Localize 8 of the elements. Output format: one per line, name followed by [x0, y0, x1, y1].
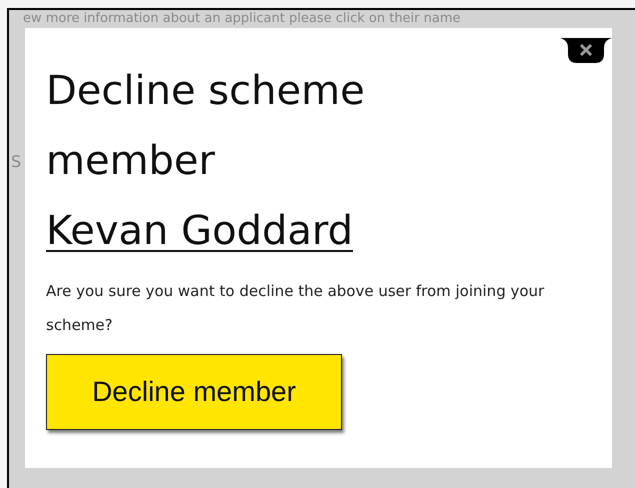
background-text: S [11, 152, 22, 172]
member-name-link[interactable]: Kevan Goddard [46, 196, 353, 266]
dialog-title: Decline scheme member [46, 67, 366, 186]
close-button[interactable] [560, 38, 612, 64]
decline-member-button[interactable]: Decline member [46, 354, 342, 430]
background-text: ew more information about an applicant please click on their name [23, 11, 461, 27]
confirmation-message: Are you sure you want to decline the above user from joining your scheme? [46, 281, 546, 336]
close-icon [560, 38, 612, 64]
